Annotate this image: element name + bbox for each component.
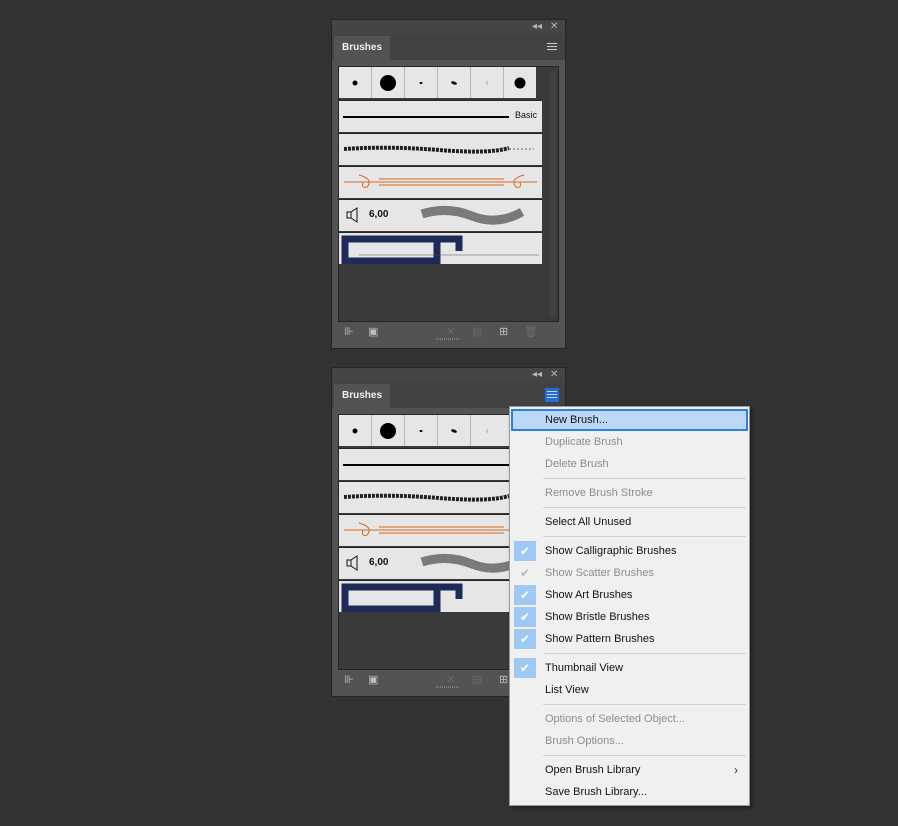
- menu-item-brush-options[interactable]: Brush Options...: [511, 730, 748, 752]
- basic-stroke: [343, 116, 509, 118]
- menu-item-show-pattern[interactable]: ✔ Show Pattern Brushes: [511, 628, 748, 650]
- basic-stroke: [343, 464, 509, 466]
- remove-stroke-icon[interactable]: ✕: [446, 674, 455, 686]
- menu-separator: [543, 507, 746, 508]
- checkmark-icon: ✔: [514, 629, 536, 649]
- menu-item-open-brush-library[interactable]: Open Brush Library ›: [511, 759, 748, 781]
- checkmark-icon: ✔: [514, 658, 536, 678]
- panel-menu-icon[interactable]: [545, 40, 559, 54]
- arrow-art-brush-row[interactable]: [339, 166, 542, 198]
- tab-brushes[interactable]: Brushes: [334, 36, 391, 60]
- menu-separator: [543, 536, 746, 537]
- menu-item-show-scatter[interactable]: ✔ Show Scatter Brushes: [511, 562, 748, 584]
- menu-item-show-calligraphic[interactable]: ✔ Show Calligraphic Brushes: [511, 540, 748, 562]
- menu-separator: [543, 704, 746, 705]
- menu-item-remove-brush-stroke[interactable]: Remove Brush Stroke: [511, 482, 748, 504]
- brush-thumbnail-area: Basic 6,00: [338, 66, 559, 322]
- collapse-icon[interactable]: ◂◂: [532, 368, 542, 382]
- pattern-brush-row[interactable]: [339, 232, 542, 265]
- calligraphic-brush-tip[interactable]: [438, 67, 471, 98]
- menu-item-show-art[interactable]: ✔ Show Art Brushes: [511, 584, 748, 606]
- calligraphic-brush-tip[interactable]: [372, 415, 405, 446]
- collapse-icon[interactable]: ◂◂: [532, 20, 542, 34]
- calligraphic-brush-tip[interactable]: [504, 67, 536, 98]
- panel-footer: ⊪ ▣ ✕ ▤ ⊞ 🗑: [332, 322, 565, 342]
- tab-brushes[interactable]: Brushes: [334, 384, 391, 408]
- bristle-stroke: [420, 206, 525, 225]
- calligraphic-brush-tip[interactable]: [339, 67, 372, 98]
- libraries-panel-icon[interactable]: ▣: [368, 326, 378, 338]
- calligraphic-brush-tip[interactable]: [471, 67, 504, 98]
- calligraphic-brush-row: [339, 67, 536, 98]
- libraries-menu-icon[interactable]: ⊪: [344, 326, 354, 338]
- libraries-panel-icon[interactable]: ▣: [368, 674, 378, 686]
- checkmark-icon: ✔: [519, 566, 531, 580]
- close-icon[interactable]: ✕: [550, 368, 558, 382]
- calligraphic-brush-tip[interactable]: [471, 415, 503, 446]
- checkmark-icon: ✔: [514, 607, 536, 627]
- checkmark-icon: ✔: [514, 541, 536, 561]
- panel-menu-icon[interactable]: [545, 388, 559, 402]
- menu-item-new-brush[interactable]: New Brush...: [511, 409, 748, 431]
- libraries-menu-icon[interactable]: ⊪: [344, 674, 354, 686]
- menu-item-show-bristle[interactable]: ✔ Show Bristle Brushes: [511, 606, 748, 628]
- arrow-art-stroke: [344, 174, 537, 188]
- resize-grip[interactable]: [436, 338, 460, 340]
- tab-row: Brushes: [332, 382, 565, 408]
- menu-separator: [543, 755, 746, 756]
- calligraphic-brush-tip[interactable]: [438, 415, 471, 446]
- calligraphic-brush-tip[interactable]: [405, 415, 438, 446]
- menu-separator: [543, 478, 746, 479]
- delete-brush-icon[interactable]: 🗑: [524, 326, 538, 338]
- basic-brush-row[interactable]: Basic: [339, 100, 542, 132]
- speaker-icon: [346, 207, 358, 223]
- panel-title-bar[interactable]: ◂◂ ✕: [332, 20, 565, 34]
- bristle-size-value: 6,00: [369, 209, 389, 220]
- resize-grip[interactable]: [436, 686, 460, 688]
- menu-item-thumbnail-view[interactable]: ✔ Thumbnail View: [511, 657, 748, 679]
- menu-separator: [543, 653, 746, 654]
- brushes-panel-top: ◂◂ ✕ Brushes Basic 6,00 ⊪ ▣ ✕ ▤ ⊞ 🗑: [332, 20, 565, 348]
- menu-item-select-all-unused[interactable]: Select All Unused: [511, 511, 748, 533]
- remove-stroke-icon[interactable]: ✕: [446, 326, 455, 338]
- calligraphic-brush-tip[interactable]: [405, 67, 438, 98]
- charcoal-stroke: [343, 145, 534, 154]
- basic-label: Basic: [514, 110, 537, 120]
- menu-item-options-selected-object[interactable]: Options of Selected Object...: [511, 708, 748, 730]
- charcoal-brush-row[interactable]: [339, 133, 542, 165]
- speaker-icon: [346, 555, 358, 571]
- checkmark-icon: ✔: [514, 585, 536, 605]
- tab-row: Brushes: [332, 34, 565, 60]
- panel-flyout-menu: New Brush... Duplicate Brush Delete Brus…: [509, 406, 750, 806]
- calligraphic-brush-row: [339, 415, 536, 446]
- new-brush-icon[interactable]: ⊞: [499, 674, 508, 686]
- submenu-arrow-icon: ›: [734, 763, 738, 777]
- scrollbar[interactable]: [550, 71, 556, 317]
- menu-item-delete-brush[interactable]: Delete Brush: [511, 453, 748, 475]
- menu-item-save-brush-library[interactable]: Save Brush Library...: [511, 781, 748, 803]
- new-brush-icon[interactable]: ⊞: [499, 326, 508, 338]
- bristle-brush-row[interactable]: 6,00: [339, 199, 542, 231]
- options-icon[interactable]: ▤: [472, 326, 482, 338]
- menu-item-duplicate-brush[interactable]: Duplicate Brush: [511, 431, 748, 453]
- calligraphic-brush-tip[interactable]: [372, 67, 405, 98]
- menu-item-list-view[interactable]: List View: [511, 679, 748, 701]
- panel-title-bar[interactable]: ◂◂ ✕: [332, 368, 565, 382]
- options-icon[interactable]: ▤: [472, 674, 482, 686]
- pattern-stroke: [341, 235, 539, 265]
- calligraphic-brush-tip[interactable]: [339, 415, 372, 446]
- bristle-size-value: 6,00: [369, 557, 389, 568]
- close-icon[interactable]: ✕: [550, 20, 558, 34]
